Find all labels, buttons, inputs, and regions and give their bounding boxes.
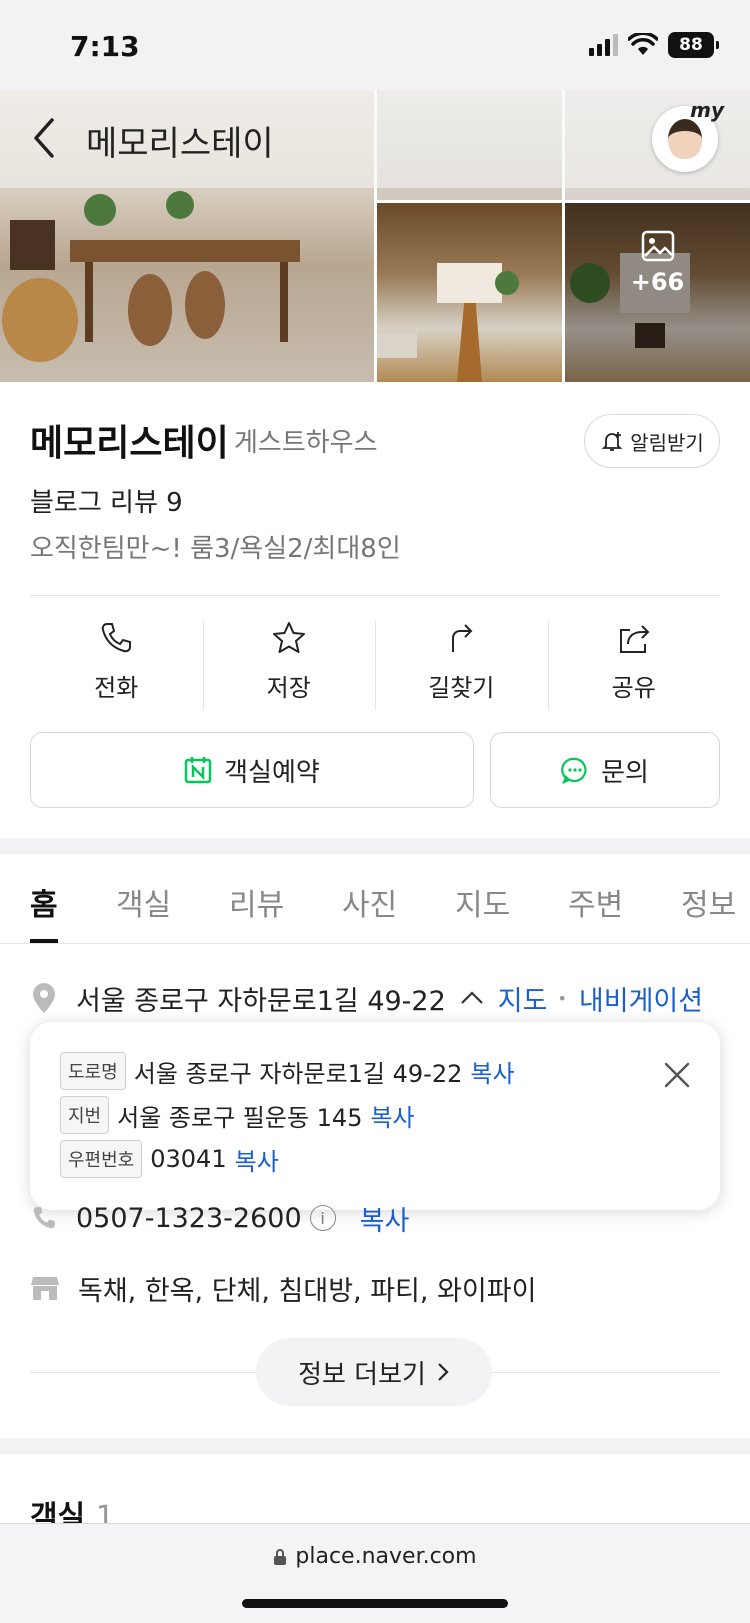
zipcode-value: 03041 xyxy=(150,1145,227,1173)
wifi-icon xyxy=(628,33,658,55)
phone-number[interactable]: 0507-1323-2600 xyxy=(76,1203,302,1234)
call-button[interactable]: 전화 xyxy=(30,620,203,710)
active-tab-indicator xyxy=(30,939,58,943)
avatar-face-icon xyxy=(668,119,702,159)
inquiry-button[interactable]: 문의 xyxy=(490,732,720,808)
lock-icon xyxy=(274,1548,287,1565)
directions-icon xyxy=(452,624,473,652)
zipcode-row: 우편번호 03041 복사 xyxy=(60,1140,279,1178)
tab-map[interactable]: 지도 xyxy=(455,880,510,924)
room-reservation-button[interactable]: 객실예약 xyxy=(30,732,474,808)
back-arrow-icon[interactable] xyxy=(28,110,68,166)
alarm-subscribe-button[interactable]: 알림받기 xyxy=(584,414,720,468)
tab-reviews[interactable]: 리뷰 xyxy=(229,880,284,924)
photo-thumbnail[interactable] xyxy=(377,203,562,382)
directions-button[interactable]: 길찾기 xyxy=(375,620,548,710)
info-icon[interactable]: i xyxy=(309,1205,336,1231)
tab-nearby[interactable]: 주변 xyxy=(568,880,623,924)
status-bar: 7:13 88 xyxy=(0,0,750,90)
more-photos-overlay[interactable]: +66 xyxy=(565,203,750,323)
copy-road-address-button[interactable]: 복사 xyxy=(470,1054,514,1089)
url-text: place.naver.com xyxy=(295,1544,477,1569)
bell-plus-icon xyxy=(602,432,623,451)
action-bar: 전화 저장 길찾기 공유 xyxy=(30,620,720,710)
tab-photos[interactable]: 사진 xyxy=(342,880,397,924)
lot-address-value: 서울 종로구 필운동 145 xyxy=(117,1103,363,1132)
more-info-button[interactable]: 정보 더보기 xyxy=(256,1338,492,1406)
map-link[interactable]: 지도 xyxy=(498,979,548,1018)
star-icon xyxy=(272,622,305,653)
action-label: 저장 xyxy=(266,674,311,702)
chevron-right-icon xyxy=(438,1363,449,1381)
action-label: 공유 xyxy=(611,674,656,702)
divider xyxy=(30,595,720,596)
naver-calendar-icon xyxy=(184,757,212,784)
place-category: 게스트하우스 xyxy=(234,428,378,458)
reserve-label: 객실예약 xyxy=(224,757,320,788)
phone-row: 0507-1323-2600 i 복사 xyxy=(30,1198,409,1238)
inquiry-label: 문의 xyxy=(601,757,649,788)
tab-info[interactable]: 정보 xyxy=(681,880,736,924)
copy-zipcode-button[interactable]: 복사 xyxy=(235,1142,279,1177)
status-time: 7:13 xyxy=(70,30,140,63)
action-label: 길찾기 xyxy=(428,674,495,702)
image-icon xyxy=(641,230,674,262)
save-button[interactable]: 저장 xyxy=(202,620,376,710)
zipcode-badge: 우편번호 xyxy=(60,1140,143,1178)
facilities-row: 독채, 한옥, 단체, 침대방, 파티, 와이파이 xyxy=(30,1268,536,1308)
lot-address-row: 지번 서울 종로구 필운동 145 복사 xyxy=(60,1096,415,1134)
more-photos-count: +66 xyxy=(630,268,685,296)
cellular-signal-icon xyxy=(589,34,618,56)
tab-home[interactable]: 홈 xyxy=(30,880,58,924)
lot-address-badge: 지번 xyxy=(60,1096,110,1134)
alarm-label: 알림받기 xyxy=(630,430,704,455)
road-address-badge: 도로명 xyxy=(60,1052,126,1090)
my-label: my xyxy=(690,98,724,122)
facilities-text: 독채, 한옥, 단체, 침대방, 파티, 와이파이 xyxy=(78,1275,537,1307)
phone-icon xyxy=(102,623,132,653)
my-profile-avatar[interactable]: my xyxy=(652,98,724,172)
store-icon xyxy=(31,1277,59,1300)
share-icon xyxy=(619,625,650,653)
share-button[interactable]: 공유 xyxy=(547,620,721,710)
tab-rooms[interactable]: 객실 xyxy=(116,880,171,924)
tab-bar: 홈 객실 리뷰 사진 지도 주변 정보 xyxy=(0,854,750,944)
blog-review-link[interactable]: 블로그 리뷰 9 xyxy=(30,482,183,519)
separator-dot: • xyxy=(557,988,567,1008)
address-detail-popup: 도로명 서울 종로구 자하문로1길 49-22 복사 지번 서울 종로구 필운동… xyxy=(30,1022,720,1210)
browser-url-bar[interactable]: place.naver.com xyxy=(0,1523,750,1623)
address-text: 서울 종로구 자하문로1길 49-22 xyxy=(76,985,446,1017)
road-address-row: 도로명 서울 종로구 자하문로1길 49-22 복사 xyxy=(60,1052,515,1090)
close-icon[interactable] xyxy=(662,1060,692,1090)
place-name: 메모리스테이 xyxy=(30,423,229,464)
chat-bubble-icon xyxy=(561,757,587,784)
location-pin-icon xyxy=(33,983,55,1013)
action-label: 전화 xyxy=(94,674,139,702)
header-title: 메모리스테이 xyxy=(86,124,274,164)
chevron-up-icon[interactable] xyxy=(458,988,486,1008)
address-row: 서울 종로구 자하문로1길 49-22 지도 • 내비게이션 xyxy=(30,978,750,1018)
place-description: 오직한팀만~! 룸3/욕실2/최대8인 xyxy=(30,534,401,564)
copy-phone-button[interactable]: 복사 xyxy=(360,1199,410,1238)
road-address-value: 서울 종로구 자하문로1길 49-22 xyxy=(133,1059,463,1088)
phone-icon xyxy=(33,1207,55,1229)
copy-lot-address-button[interactable]: 복사 xyxy=(370,1098,414,1133)
navigation-link[interactable]: 내비게이션 xyxy=(579,979,703,1018)
battery-icon: 88 xyxy=(668,32,719,58)
more-info-label: 정보 더보기 xyxy=(298,1359,426,1390)
home-indicator[interactable] xyxy=(242,1599,508,1608)
